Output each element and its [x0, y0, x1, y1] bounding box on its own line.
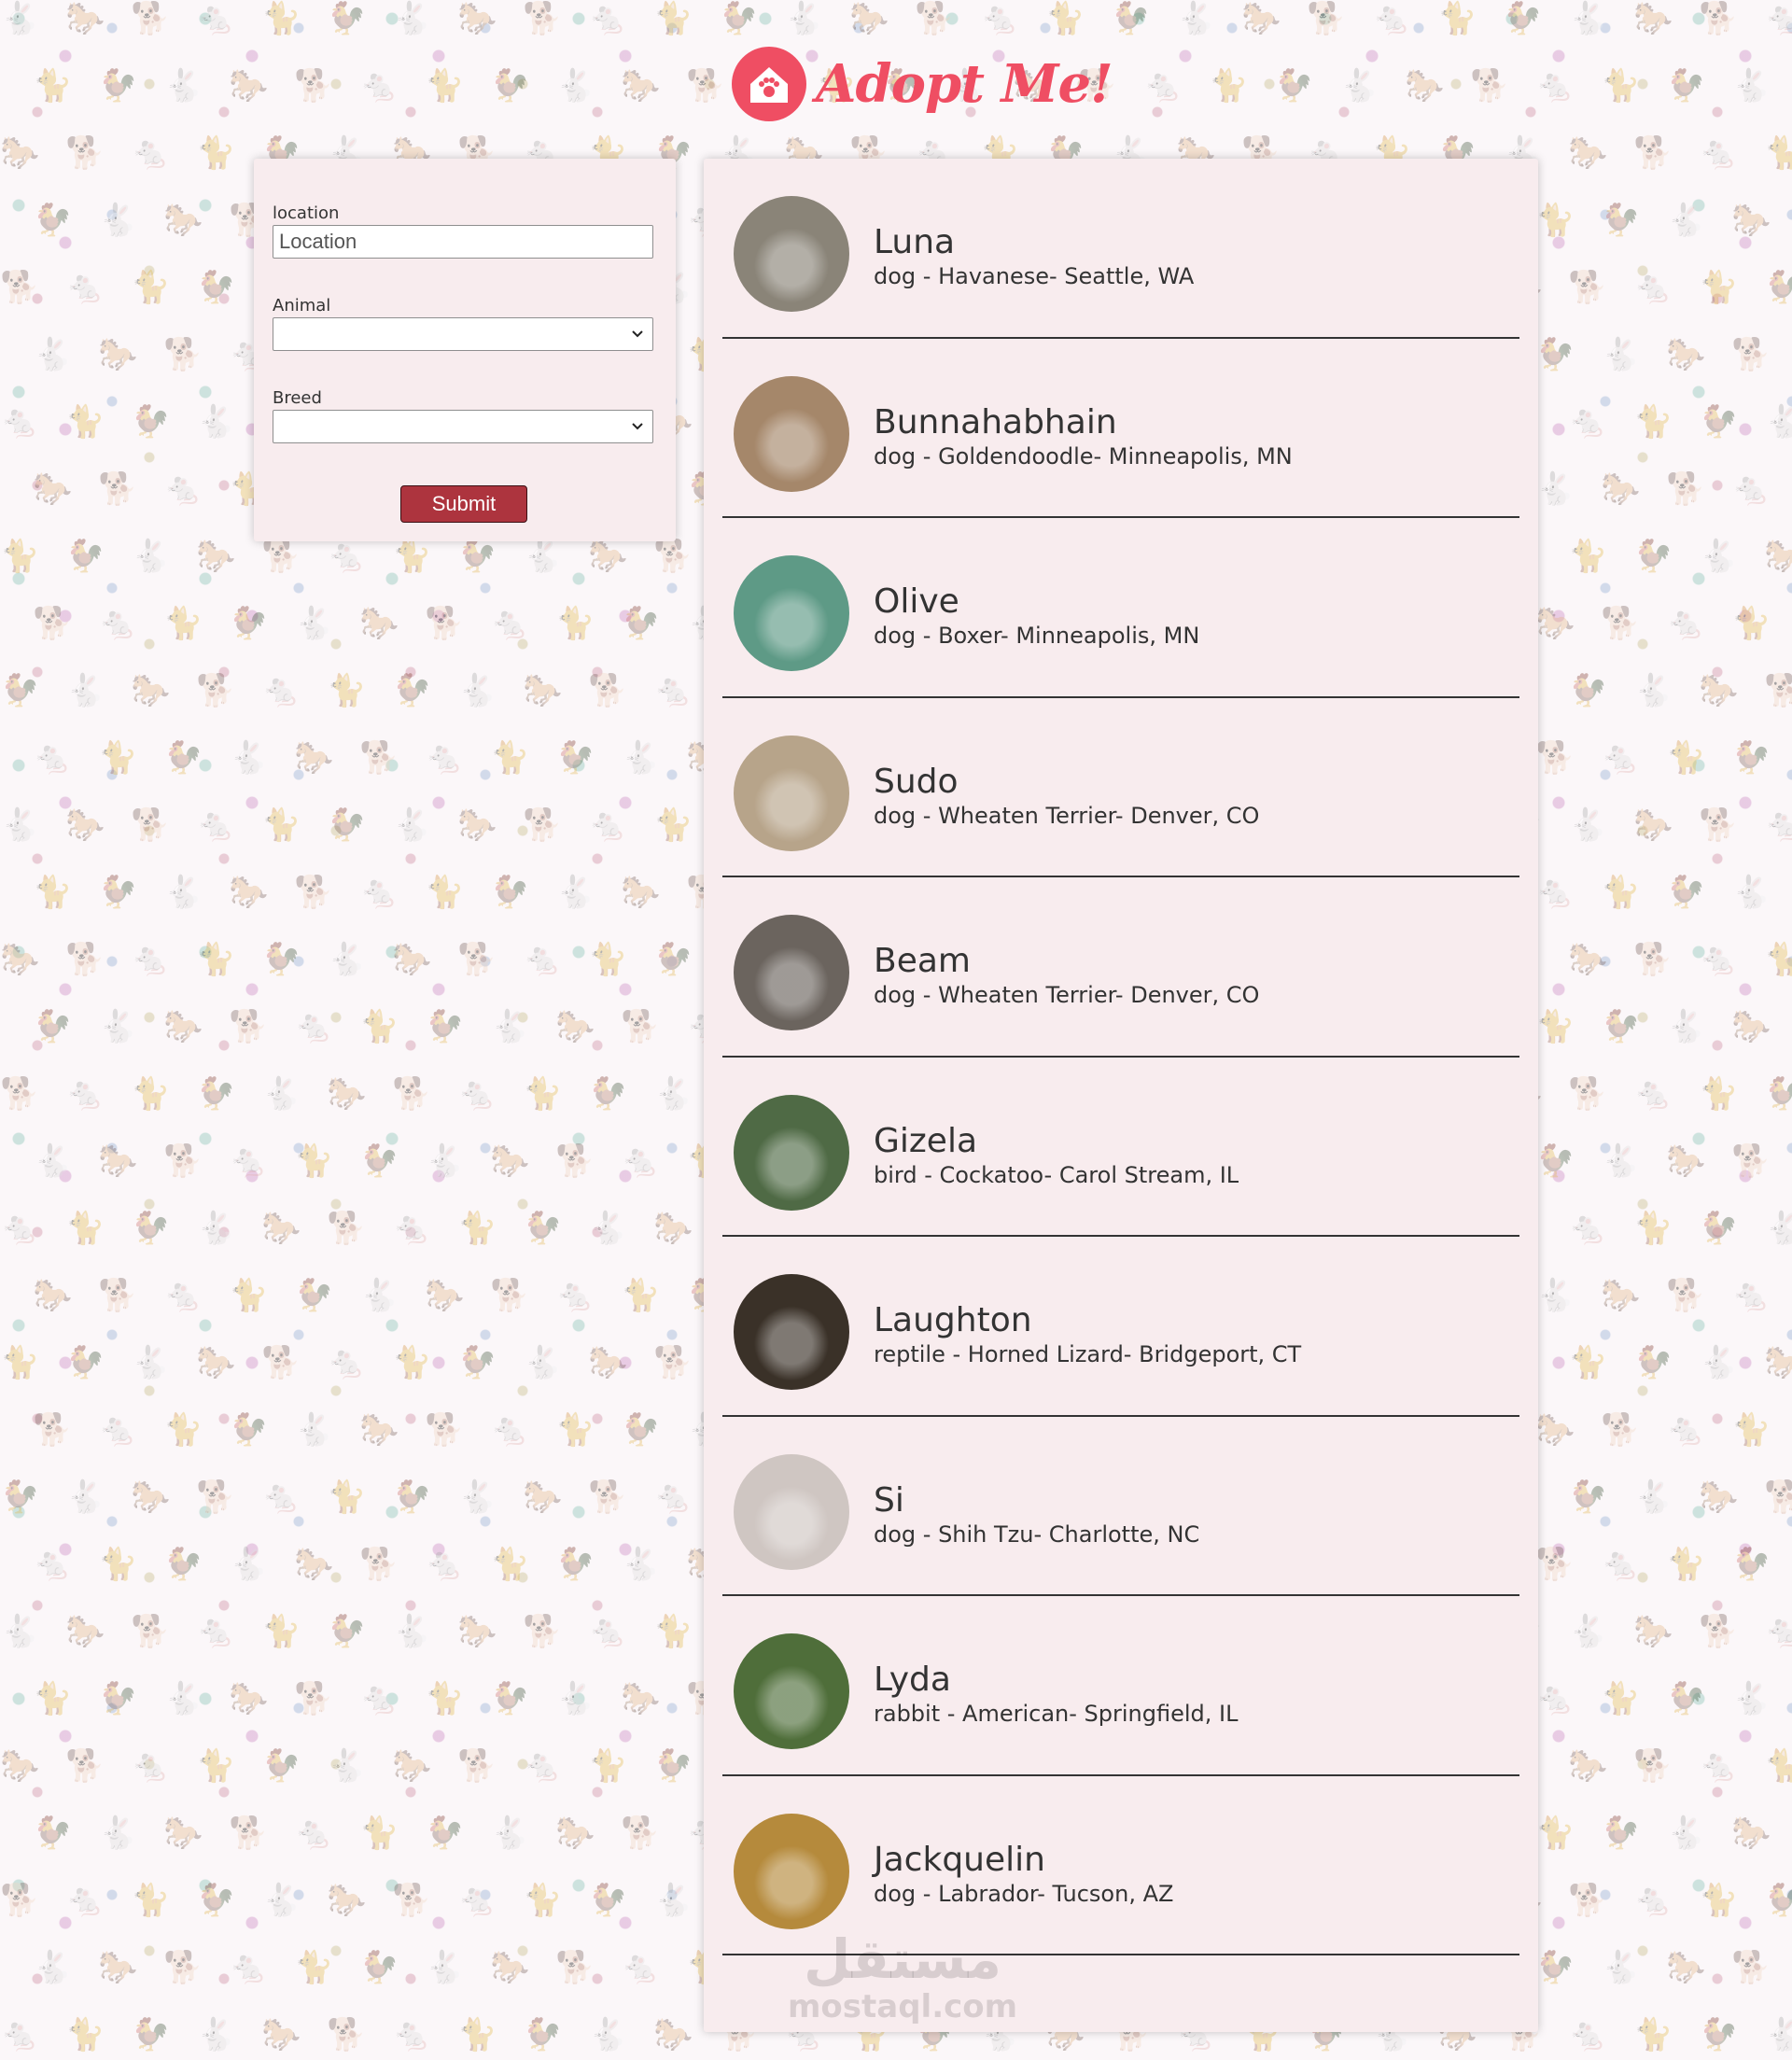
- pet-name: Si: [874, 1480, 904, 1520]
- watermark-arabic: مستقل: [803, 1927, 1002, 1991]
- pet-name: Gizela: [874, 1121, 978, 1160]
- pet-card[interactable]: Gizela bird - Cockatoo- Carol Stream, IL: [722, 1058, 1519, 1237]
- pet-card[interactable]: Beam dog - Wheaten Terrier- Denver, CO: [722, 877, 1519, 1058]
- pet-card[interactable]: Lyda rabbit - American- Springfield, IL: [722, 1596, 1519, 1776]
- pet-info: Laughton reptile - Horned Lizard- Bridgep…: [874, 1283, 1302, 1368]
- site-logo[interactable]: Adopt Me!: [732, 45, 1113, 123]
- pet-description: dog - Havanese- Seattle, WA: [874, 263, 1195, 289]
- search-form: location Animal Breed Submit: [254, 159, 676, 541]
- pet-photo-icon: [734, 1813, 849, 1929]
- animal-select[interactable]: [273, 317, 653, 351]
- location-field: location: [273, 203, 657, 259]
- breed-field: Breed: [273, 388, 657, 443]
- pet-results-list: Luna dog - Havanese- Seattle, WA Bunnahabh…: [704, 159, 1538, 2032]
- pet-card[interactable]: Sudo dog - Wheaten Terrier- Denver, CO: [722, 698, 1519, 877]
- pet-description: reptile - Horned Lizard- Bridgeport, CT: [874, 1341, 1302, 1367]
- breed-select[interactable]: [273, 410, 653, 443]
- pet-info: Beam dog - Wheaten Terrier- Denver, CO: [874, 924, 1260, 1009]
- pet-name: Laughton: [874, 1301, 1032, 1339]
- pet-photo-icon: [734, 915, 849, 1030]
- pet-info: Olive dog - Boxer- Minneapolis, MN: [874, 565, 1200, 650]
- pet-name: Bunnahabhain: [874, 402, 1117, 441]
- pet-description: dog - Wheaten Terrier- Denver, CO: [874, 982, 1260, 1008]
- location-label: location: [273, 203, 340, 223]
- chevron-down-icon: [632, 423, 643, 430]
- pet-card[interactable]: Luna dog - Havanese- Seattle, WA: [722, 159, 1519, 339]
- pet-info: Gizela bird - Cockatoo- Carol Stream, IL: [874, 1104, 1239, 1188]
- pet-info: Jackquelin dog - Labrador- Tucson, AZ: [874, 1823, 1173, 1907]
- location-input[interactable]: [273, 225, 653, 259]
- pet-photo-icon: [734, 375, 849, 492]
- submit-button[interactable]: Submit: [400, 485, 527, 523]
- pet-photo-icon: [734, 1633, 849, 1749]
- pet-info: Luna dog - Havanese- Seattle, WA: [874, 205, 1195, 290]
- pet-info: Lyda rabbit - American- Springfield, IL: [874, 1643, 1239, 1728]
- pet-photo-icon: [734, 1094, 849, 1211]
- pet-description: bird - Cockatoo- Carol Stream, IL: [874, 1161, 1239, 1188]
- pet-photo-icon: [734, 555, 849, 671]
- watermark: مستقل mostaql.com: [788, 1930, 1017, 2025]
- pet-card[interactable]: Laughton reptile - Horned Lizard- Bridgep…: [722, 1237, 1519, 1417]
- pet-name: Luna: [874, 223, 956, 261]
- animal-field: Animal: [273, 296, 657, 351]
- chevron-down-icon: [632, 330, 643, 338]
- house-paw-icon: [732, 47, 806, 121]
- pet-name: Lyda: [874, 1661, 951, 1699]
- logo-text: Adopt Me!: [816, 53, 1113, 115]
- watermark-latin: mostaql.com: [788, 1988, 1018, 2025]
- pet-name: Beam: [874, 942, 971, 980]
- animal-label: Animal: [273, 296, 331, 315]
- pet-description: dog - Wheaten Terrier- Denver, CO: [874, 802, 1260, 829]
- pet-card[interactable]: Si dog - Shih Tzu- Charlotte, NC: [722, 1417, 1519, 1596]
- breed-label: Breed: [273, 388, 322, 408]
- pet-photo-icon: [734, 1274, 849, 1390]
- pet-name: Jackquelin: [874, 1840, 1045, 1879]
- pet-card[interactable]: Olive dog - Boxer- Minneapolis, MN: [722, 518, 1519, 698]
- pet-photo-icon: [734, 1453, 849, 1570]
- pet-card[interactable]: Bunnahabhain dog - Goldendoodle- Minneapo…: [722, 339, 1519, 518]
- pet-description: dog - Boxer- Minneapolis, MN: [874, 623, 1200, 649]
- pet-info: Bunnahabhain dog - Goldendoodle- Minneapo…: [874, 385, 1293, 469]
- pet-info: Sudo dog - Wheaten Terrier- Denver, CO: [874, 745, 1259, 829]
- pet-description: dog - Goldendoodle- Minneapolis, MN: [874, 442, 1293, 469]
- pet-name: Olive: [874, 582, 959, 621]
- pet-description: rabbit - American- Springfield, IL: [874, 1701, 1239, 1727]
- pet-description: dog - Labrador- Tucson, AZ: [874, 1880, 1174, 1907]
- pet-photo-icon: [734, 735, 849, 851]
- pet-name: Sudo: [874, 762, 959, 801]
- pet-photo-icon: [734, 196, 849, 312]
- pet-info: Si dog - Shih Tzu- Charlotte, NC: [874, 1464, 1199, 1548]
- pet-description: dog - Shih Tzu- Charlotte, NC: [874, 1520, 1200, 1548]
